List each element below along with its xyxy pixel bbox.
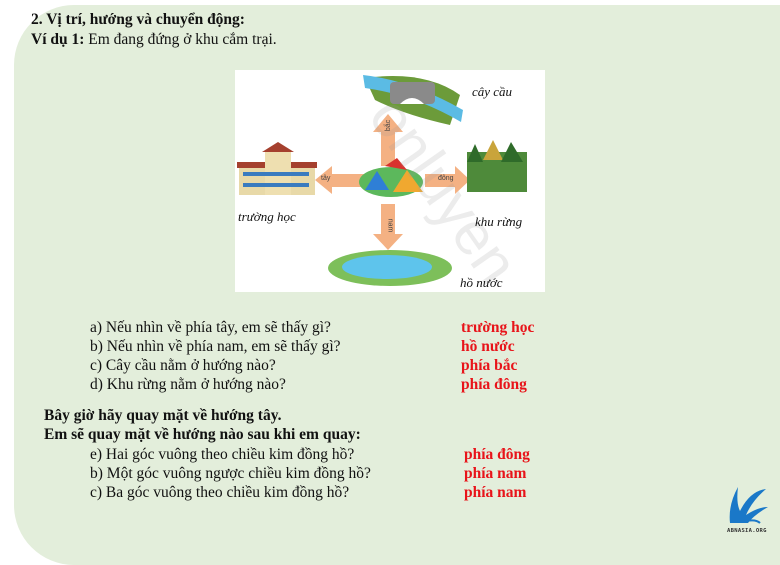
answer-a: trường học	[461, 319, 535, 336]
example-label: Ví dụ 1:	[31, 31, 85, 48]
label-school: trường học	[238, 209, 296, 224]
turn-question: Em sẽ quay mặt về hướng nào sau khi em q…	[44, 426, 361, 443]
answer-e: phía đông	[464, 446, 530, 463]
example-line: Ví dụ 1: Em đang đứng ở khu cắm trại.	[31, 31, 277, 49]
question-b2: b) Một góc vuông ngược chiều kim đồng hồ…	[90, 465, 371, 482]
arrow-label-north: bắc	[385, 119, 393, 132]
arrow-label-east: đông	[438, 175, 454, 182]
turn-instruction: Bây giờ hãy quay mặt về hướng tây.	[44, 407, 282, 424]
answer-b: hồ nước	[461, 338, 515, 355]
school-icon	[237, 142, 317, 195]
question-c2: c) Ba góc vuông theo chiều kim đồng hồ?	[90, 484, 350, 501]
answer-c: phía bắc	[461, 357, 518, 374]
question-a: a) Nếu nhìn về phía tây, em sẽ thấy gì?	[90, 319, 331, 336]
diagram-art: onluyen	[237, 75, 532, 296]
logo-text: ABNASIA.ORG	[727, 528, 767, 534]
question-b: b) Nếu nhìn về phía nam, em sẽ thấy gì?	[90, 338, 341, 355]
section-title: 2. Vị trí, hướng và chuyển động:	[31, 11, 245, 28]
label-lake: hồ nước	[460, 275, 503, 290]
lake-icon	[328, 250, 452, 286]
answer-b2: phía nam	[464, 465, 527, 482]
arrow-label-west: tây	[321, 175, 331, 182]
answer-d: phía đông	[461, 376, 527, 393]
griffin-logo-icon	[729, 487, 768, 524]
label-bridge: cây cầu	[472, 84, 513, 99]
question-e: e) Hai góc vuông theo chiều kim đồng hồ?	[90, 446, 355, 463]
example-text: Em đang đứng ở khu cắm trại.	[84, 31, 277, 48]
label-forest: khu rừng	[475, 214, 523, 229]
question-d: d) Khu rừng nằm ở hướng nào?	[90, 376, 286, 393]
question-c: c) Cây cầu nằm ở hướng nào?	[90, 357, 276, 374]
answer-c2: phía nam	[464, 484, 527, 501]
direction-diagram: onluyen cây cầu trường học khu rừng hồ n…	[235, 70, 545, 296]
arrow-label-south: nam	[386, 218, 394, 233]
